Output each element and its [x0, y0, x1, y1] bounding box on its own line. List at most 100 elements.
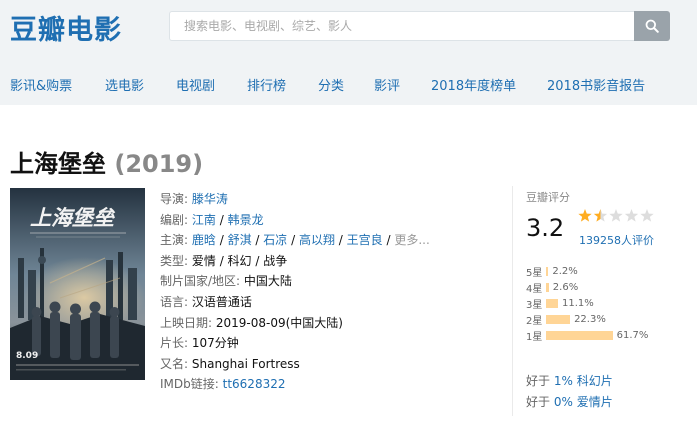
rating-row-3: 3星 11.1% — [526, 295, 648, 311]
info-genre: 类型: 爱情 / 科幻 / 战争 — [160, 251, 430, 272]
nav-item-report-2018[interactable]: 2018书影音报告 — [547, 75, 645, 95]
rating-stars — [577, 208, 657, 228]
star-icon — [578, 209, 592, 222]
rating-row-pct: 11.1% — [561, 297, 594, 309]
imdb-link[interactable]: tt6628322 — [223, 377, 286, 391]
rating-row-label: 3星 — [526, 299, 543, 311]
nav-item-explore[interactable]: 选电影 — [105, 75, 176, 95]
rating-distribution: 5星 2.2% 4星 2.6% 3星 11.1% 2星 22.3% 1星 61.… — [526, 263, 648, 343]
info-release: 上映日期: 2019-08-09(中国大陆) — [160, 313, 430, 334]
nav-item-tags[interactable]: 分类 — [318, 75, 374, 95]
search-input[interactable] — [170, 12, 635, 40]
movie-year: (2019) — [114, 150, 204, 178]
rating-row-pct: 22.3% — [574, 313, 606, 325]
rating-row-pct: 2.2% — [552, 265, 578, 277]
search-box — [169, 11, 635, 41]
better-than: 好于 1% 科幻片 好于 0% 爱情片 — [526, 371, 613, 413]
better-than-link[interactable]: 0% 爱情片 — [554, 395, 613, 409]
rating-row-5: 5星 2.2% — [526, 263, 648, 279]
cast-more-link[interactable]: 更多... — [394, 233, 429, 247]
rating-row-label: 5星 — [526, 267, 543, 279]
cast-link[interactable]: 鹿晗 — [192, 233, 216, 247]
poster-title: 上海堡垒 — [30, 206, 116, 230]
site-logo[interactable]: 豆瓣电影 — [10, 8, 122, 47]
rating-bar — [546, 314, 571, 324]
genre-value: 爱情 / 科幻 / 战争 — [191, 253, 288, 268]
aka-label: 又名: — [160, 356, 189, 371]
rating-row-label: 4星 — [526, 283, 543, 295]
writer-link[interactable]: 韩景龙 — [228, 213, 264, 227]
aka-value: Shanghai Fortress — [191, 356, 300, 371]
rating-bar — [546, 330, 613, 340]
search-button[interactable] — [634, 11, 670, 41]
language-label: 语言: — [160, 294, 189, 309]
rating-score: 3.2 — [526, 214, 565, 242]
nav-item-chart[interactable]: 排行榜 — [247, 75, 318, 95]
cast-link[interactable]: 石凉 — [263, 233, 287, 247]
better-than-prefix: 好于 — [526, 374, 554, 388]
rating-row-pct: 61.7% — [616, 329, 649, 341]
better-than-pct: 0% — [553, 395, 573, 409]
rating-panel: 豆瓣评分 3.2 139258人评价 5星 2.2% 4星 2.6% 3星 11… — [512, 186, 697, 416]
main-nav: 影讯&购票 选电影 电视剧 排行榜 分类 影评 2018年度榜单 2018书影音… — [10, 75, 645, 95]
info-imdb: IMDb链接: tt6628322 — [160, 374, 430, 395]
info-language: 语言: 汉语普通话 — [160, 292, 430, 313]
better-than-row: 好于 0% 爱情片 — [526, 392, 613, 413]
cast-label: 主演: — [160, 233, 189, 248]
search-icon — [645, 19, 659, 33]
writer-label: 编剧: — [160, 212, 189, 227]
rating-row-1: 1星 61.7% — [526, 327, 648, 343]
poster-artwork: 上海堡垒 8.09 — [10, 188, 145, 380]
release-label: 上映日期: — [160, 315, 213, 330]
info-director: 导演: 滕华涛 — [160, 189, 430, 210]
rating-row-2: 2星 22.3% — [526, 311, 648, 327]
rating-bar — [546, 266, 549, 276]
cast-link[interactable]: 舒淇 — [228, 233, 252, 247]
info-region: 制片国家/地区: 中国大陆 — [160, 271, 430, 292]
region-value: 中国大陆 — [243, 274, 292, 289]
star-rating-icon — [578, 209, 654, 222]
rating-row-pct: 2.6% — [552, 281, 579, 293]
movie-poster[interactable]: 上海堡垒 8.09 — [10, 188, 145, 380]
director-label: 导演: — [160, 192, 189, 206]
star-icon — [609, 209, 623, 222]
info-runtime: 片长: 107分钟 — [160, 333, 430, 354]
rating-header: 豆瓣评分 — [526, 191, 570, 204]
better-than-row: 好于 1% 科幻片 — [526, 371, 613, 392]
star-icon — [593, 209, 608, 222]
region-label: 制片国家/地区: — [160, 274, 241, 289]
language-value: 汉语普通话 — [191, 294, 252, 309]
nav-item-tickets[interactable]: 影讯&购票 — [10, 75, 105, 95]
star-icon — [640, 209, 654, 222]
nav-item-annual-2018[interactable]: 2018年度榜单 — [431, 75, 547, 95]
genre-label: 类型: — [160, 253, 189, 268]
better-than-pct: 1% — [553, 374, 573, 388]
rating-bar — [546, 298, 558, 308]
cast-link[interactable]: 高以翔 — [299, 233, 335, 247]
movie-info: 导演: 滕华涛 编剧: 江南 / 韩景龙 主演: 鹿晗 / 舒淇 / 石凉 / … — [160, 189, 430, 395]
star-icon — [624, 209, 639, 222]
site-header: 豆瓣电影 影讯&购票 选电影 电视剧 排行榜 分类 影评 2018年度榜单 20… — [0, 0, 697, 105]
writer-link[interactable]: 江南 — [192, 213, 216, 227]
rating-bar — [546, 282, 549, 292]
release-value: 2019-08-09(中国大陆) — [215, 315, 343, 330]
votes-link[interactable]: 139258人评价 — [579, 232, 654, 248]
info-cast: 主演: 鹿晗 / 舒淇 / 石凉 / 高以翔 / 王宫良 / 更多... — [160, 233, 430, 248]
page-title: 上海堡垒 (2019) — [10, 144, 203, 179]
runtime-label: 片长: — [160, 336, 189, 351]
better-than-genre: 爱情片 — [572, 395, 613, 409]
nav-item-reviews[interactable]: 影评 — [374, 75, 431, 95]
better-than-link[interactable]: 1% 科幻片 — [554, 374, 613, 388]
movie-title: 上海堡垒 — [10, 150, 106, 178]
imdb-label: IMDb链接: — [160, 377, 219, 392]
better-than-prefix: 好于 — [526, 395, 554, 409]
runtime-value: 107分钟 — [191, 336, 239, 351]
poster-date: 8.09 — [16, 351, 38, 361]
rating-row-label: 1星 — [526, 331, 543, 343]
rating-row-label: 2星 — [526, 315, 543, 327]
better-than-genre: 科幻片 — [572, 374, 613, 388]
director-link[interactable]: 滕华涛 — [192, 192, 228, 206]
cast-link[interactable]: 王宫良 — [347, 233, 383, 247]
nav-item-tv[interactable]: 电视剧 — [176, 75, 247, 95]
info-aka: 又名: Shanghai Fortress — [160, 354, 430, 375]
